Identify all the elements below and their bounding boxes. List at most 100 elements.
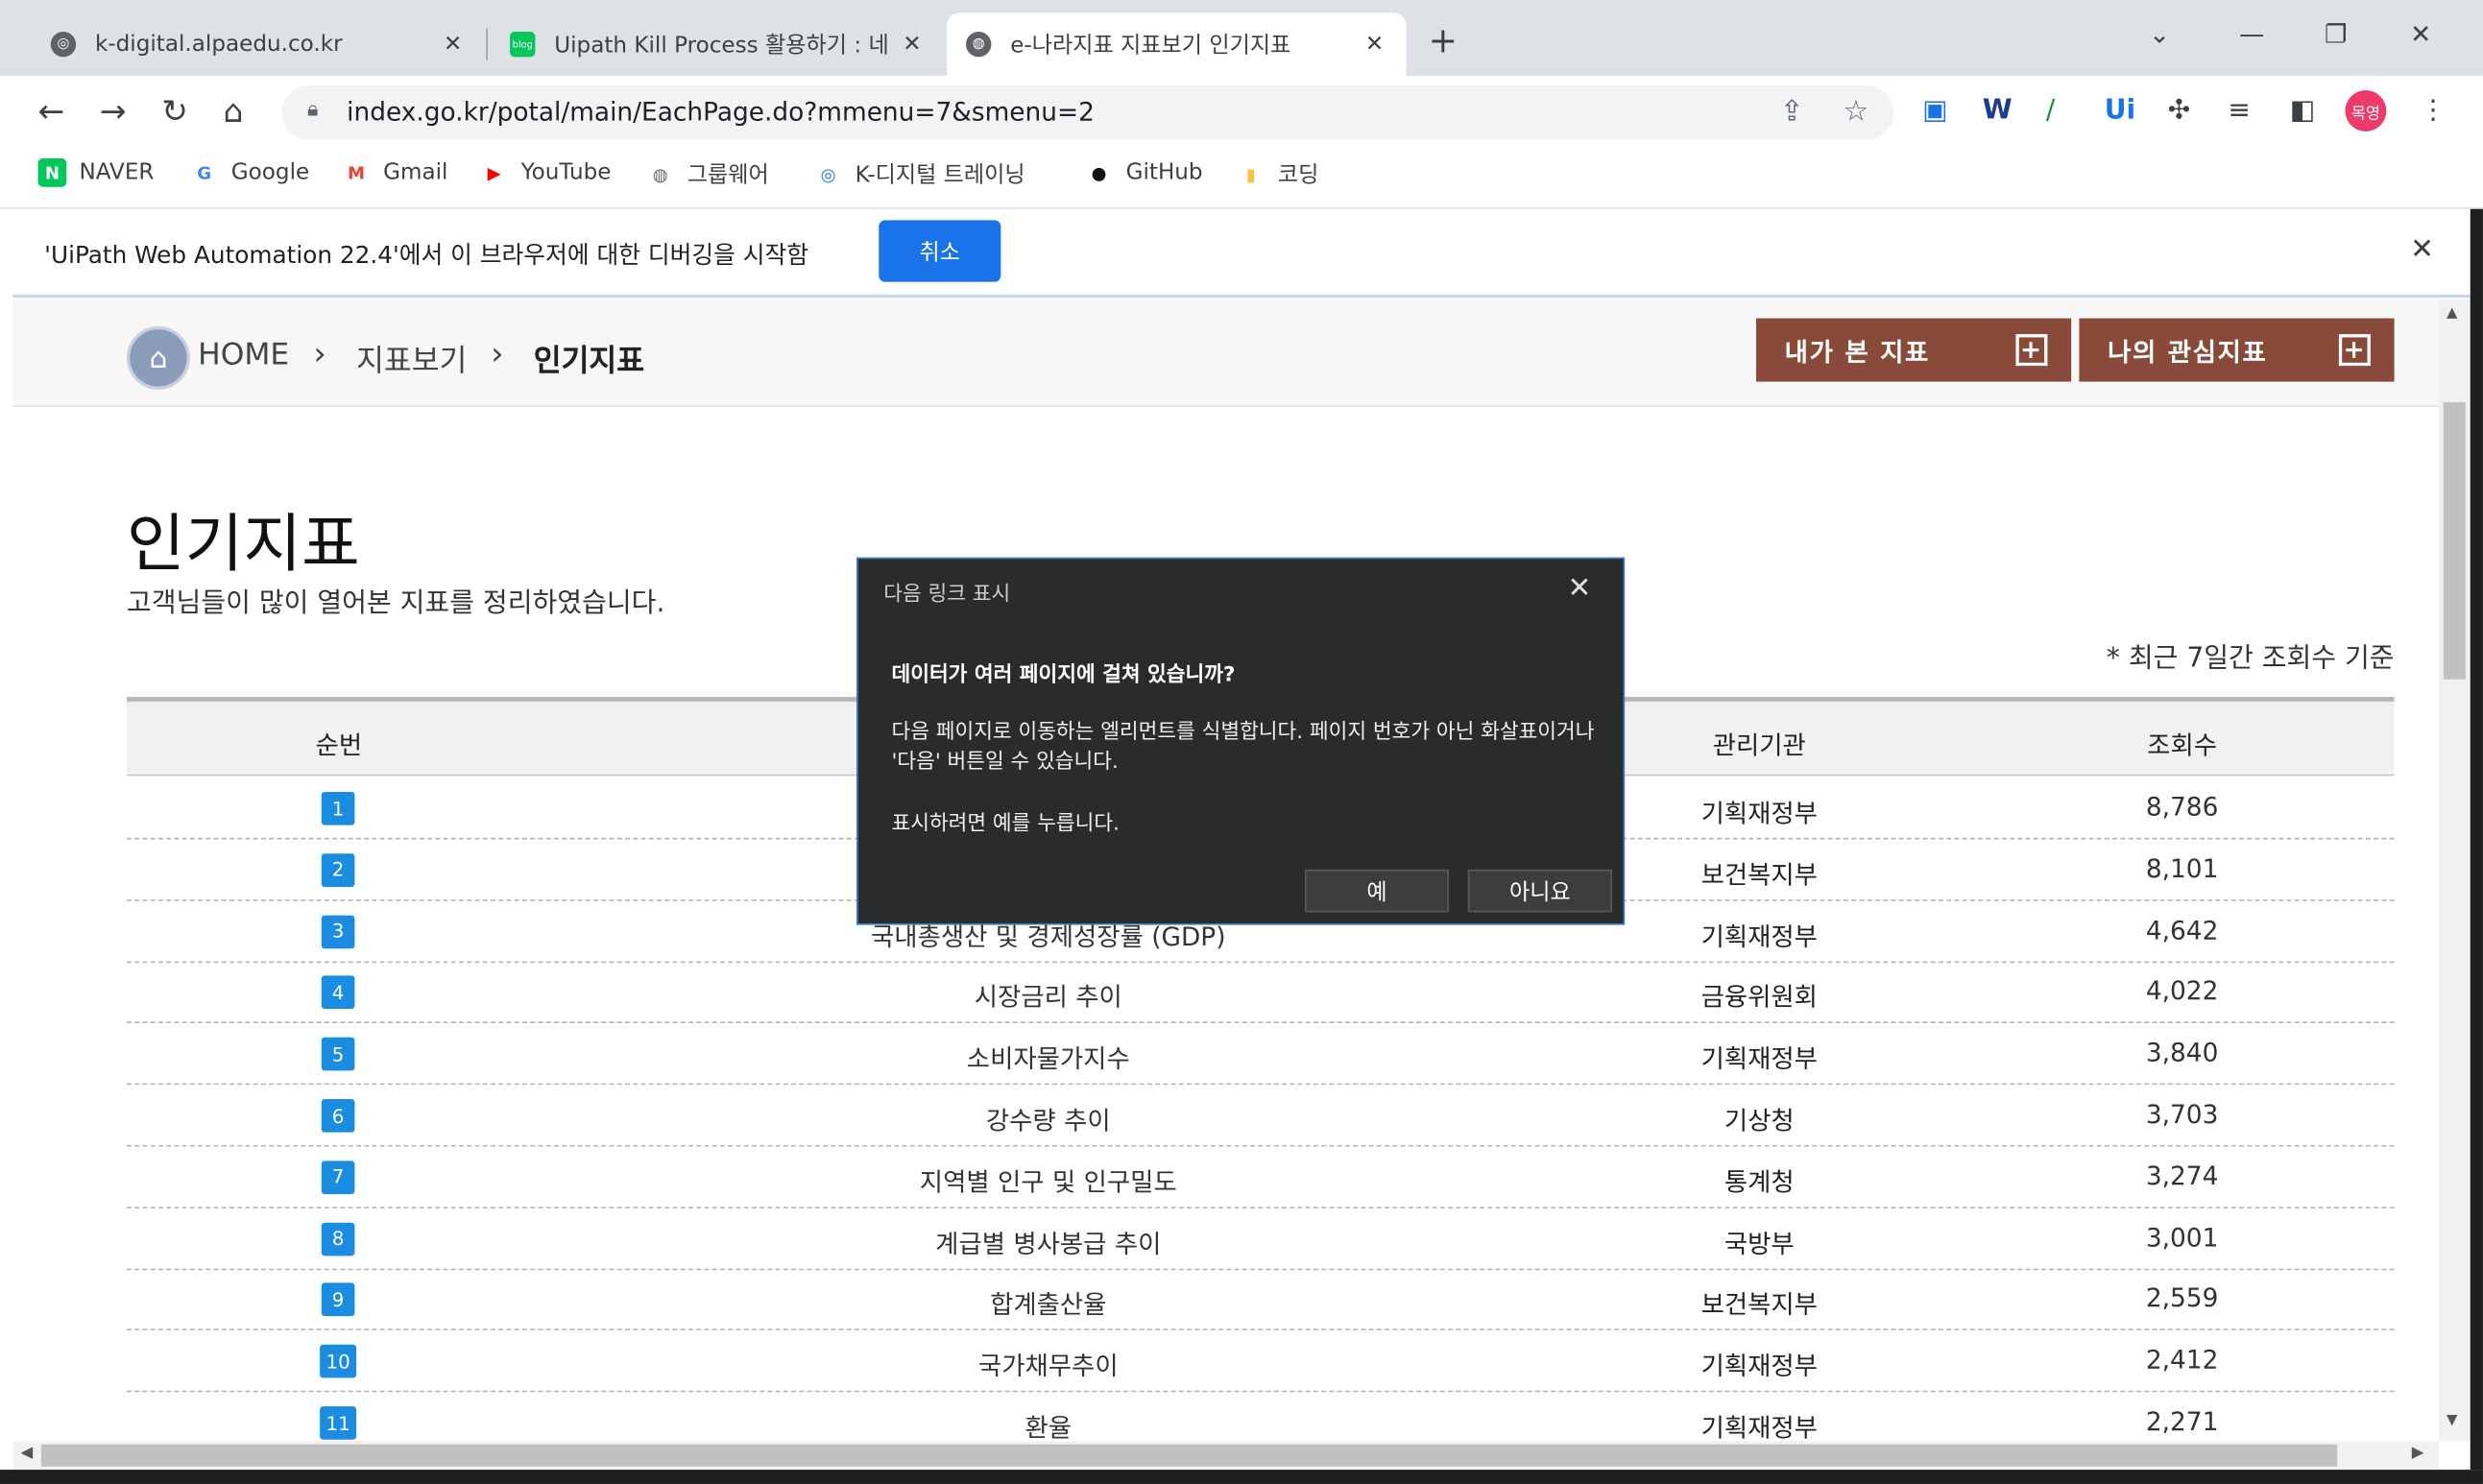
- uipath-extension-icon[interactable]: Ui: [2105, 95, 2135, 127]
- bookmark-item[interactable]: ▮ 코딩: [1237, 158, 1319, 190]
- indicator-name-link[interactable]: 강수량 추이: [986, 1099, 1111, 1137]
- scroll-left-icon[interactable]: ◀: [20, 1445, 33, 1462]
- indicator-name-link[interactable]: 지역별 인구 및 인구밀도: [920, 1161, 1177, 1199]
- rank-badge: 2: [321, 852, 355, 887]
- scroll-right-icon[interactable]: ▶: [2412, 1445, 2424, 1462]
- close-icon[interactable]: ✕: [900, 32, 925, 57]
- cancel-button[interactable]: 취소: [879, 220, 1001, 282]
- new-tab-button[interactable]: +: [1429, 22, 1458, 61]
- url-text[interactable]: index.go.kr/potal/main/EachPage.do?mmenu…: [347, 97, 1095, 127]
- bookmark-item[interactable]: ◎ K-디지털 트레이닝: [814, 158, 1025, 190]
- github-icon: ●: [1091, 162, 1107, 183]
- tab-blog[interactable]: blog Uipath Kill Process 활용하기 : 네 ✕: [491, 12, 944, 76]
- no-button[interactable]: 아니요: [1467, 869, 1612, 913]
- tab-search-icon[interactable]: ⌄: [2149, 19, 2170, 49]
- back-icon[interactable]: ←: [38, 92, 65, 131]
- table-row[interactable]: 6 강수량 추이 기상청 3,703: [126, 1085, 2395, 1147]
- views-cell: 8,101: [2145, 852, 2219, 884]
- table-row[interactable]: 4 시장금리 추이 금융위원회 4,022: [126, 962, 2395, 1024]
- extension-icon[interactable]: ▣: [1922, 95, 1947, 127]
- lock-icon: 🔒︎: [306, 98, 319, 123]
- table-row[interactable]: 8 계급별 병사봉급 추이 국방부 3,001: [126, 1208, 2395, 1270]
- side-panel-icon[interactable]: ◧: [2290, 95, 2315, 127]
- menu-icon[interactable]: ⋮: [2420, 95, 2447, 127]
- close-icon[interactable]: ✕: [2410, 233, 2434, 267]
- bookmark-item[interactable]: G Google: [190, 158, 309, 187]
- horizontal-scrollbar[interactable]: ◀ ▶: [12, 1441, 2439, 1471]
- viewed-indicators-button[interactable]: 내가 본 지표 +: [1755, 318, 2072, 382]
- close-icon[interactable]: ✕: [1568, 572, 1592, 606]
- rank-badge: 7: [321, 1161, 355, 1194]
- scroll-down-icon[interactable]: ▼: [2447, 1413, 2457, 1428]
- bookmark-star-icon[interactable]: ☆: [1844, 95, 1869, 129]
- bookmark-label: K-디지털 트레이닝: [855, 162, 1025, 189]
- scroll-thumb[interactable]: [2443, 402, 2466, 680]
- views-cell: 8,786: [2145, 791, 2219, 823]
- bookmark-item[interactable]: N NAVER: [37, 157, 155, 187]
- bookmark-item[interactable]: ◍ 그룹웨어: [646, 158, 769, 190]
- tab-alpaco[interactable]: ◎ k-digital.alpaedu.co.kr ✕: [32, 12, 485, 76]
- table-row[interactable]: 10 국가채무추이 기획재정부 2,412: [126, 1330, 2395, 1393]
- close-icon[interactable]: ✕: [1362, 32, 1386, 57]
- scroll-thumb[interactable]: [40, 1444, 2338, 1467]
- bookmark-item[interactable]: ● GitHub: [1085, 158, 1203, 187]
- rank-badge: 9: [321, 1283, 355, 1317]
- tab-strip: ◎ k-digital.alpaedu.co.kr ✕ blog Uipath …: [0, 0, 2483, 77]
- tab-title: Uipath Kill Process 활용하기 : 네: [554, 33, 887, 60]
- home-icon[interactable]: ⌂: [224, 92, 244, 131]
- views-cell: 4,022: [2145, 975, 2219, 1007]
- reading-list-icon[interactable]: ≡: [2228, 95, 2251, 127]
- table-row[interactable]: 5 소비자물가지수 기획재정부 3,840: [126, 1023, 2395, 1086]
- breadcrumb-indicators[interactable]: 지표보기: [356, 337, 467, 380]
- youtube-icon: ▶: [487, 162, 501, 183]
- naver-icon: N: [37, 157, 67, 187]
- indicator-name-link[interactable]: 국가채무추이: [978, 1345, 1119, 1383]
- puzzle-icon[interactable]: ✣: [2168, 95, 2191, 127]
- alpaco-icon: ◎: [820, 163, 836, 185]
- header-rank: 순번: [315, 730, 363, 760]
- bookmark-item[interactable]: ▶ YouTube: [480, 158, 612, 187]
- vertical-scrollbar[interactable]: ▲ ▼: [2438, 299, 2471, 1442]
- indicator-name-link[interactable]: 합계출산율: [990, 1283, 1106, 1322]
- indicator-name-link[interactable]: 소비자물가지수: [967, 1038, 1130, 1076]
- table-row[interactable]: 11 환율 기획재정부 2,271: [127, 1392, 2395, 1441]
- profile-avatar[interactable]: 목영: [2345, 90, 2387, 132]
- indicator-name-link[interactable]: 시장금리 추이: [975, 976, 1122, 1015]
- share-icon[interactable]: ⇪: [1780, 95, 1804, 129]
- minimize-icon[interactable]: —: [2239, 19, 2264, 49]
- bookmark-item[interactable]: M Gmail: [342, 158, 447, 187]
- my-interest-button[interactable]: 나의 관심지표 +: [2079, 318, 2395, 382]
- plus-icon: +: [2015, 334, 2048, 367]
- tab-e-nara-active[interactable]: ◍ e-나라지표 지표보기 인기지표 ✕: [947, 12, 1407, 77]
- indicator-name-link[interactable]: 계급별 병사봉급 추이: [935, 1222, 1161, 1260]
- scroll-up-icon[interactable]: ▲: [2447, 305, 2457, 321]
- bookmark-label: NAVER: [79, 159, 155, 186]
- next-link-dialog: 다음 링크 표시 ✕ 데이터가 여러 페이지에 걸쳐 있습니까? 다음 페이지로…: [856, 557, 1626, 925]
- restore-icon[interactable]: ❐: [2325, 19, 2348, 49]
- window-close-icon[interactable]: ✕: [2410, 19, 2431, 49]
- views-cell: 3,703: [2145, 1099, 2219, 1130]
- dialog-question: 데이터가 여러 페이지에 걸쳐 있습니까?: [891, 663, 1236, 688]
- folder-icon: ▮: [1245, 163, 1256, 185]
- agency-cell: 통계청: [1724, 1166, 1795, 1197]
- reload-icon[interactable]: ↻: [161, 92, 188, 131]
- forward-icon[interactable]: →: [100, 92, 127, 131]
- yes-button[interactable]: 예: [1304, 869, 1450, 913]
- page-subtitle: 고객님들이 많이 열어본 지표를 정리하였습니다.: [126, 587, 665, 620]
- pen-extension-icon[interactable]: ∕: [2046, 95, 2055, 127]
- table-row[interactable]: 7 지역별 인구 및 인구밀도 통계청 3,274: [126, 1146, 2395, 1209]
- agency-cell: 금융위원회: [1700, 982, 1818, 1013]
- views-cell: 3,840: [2145, 1037, 2219, 1068]
- address-bar[interactable]: 🔒︎ index.go.kr/potal/main/EachPage.do?mm…: [281, 85, 1894, 140]
- close-icon[interactable]: ✕: [440, 32, 465, 57]
- home-icon[interactable]: ⌂: [126, 325, 190, 390]
- rank-badge: 10: [320, 1345, 357, 1378]
- browser-toolbar: ← → ↻ ⌂ 🔒︎ index.go.kr/potal/main/EachPa…: [0, 76, 2483, 146]
- table-row[interactable]: 9 합계출산율 보건복지부 2,559: [126, 1269, 2395, 1331]
- breadcrumb-home[interactable]: HOME: [198, 337, 289, 371]
- views-cell: 4,642: [2145, 914, 2219, 945]
- rank-badge: 8: [321, 1222, 355, 1256]
- indicator-name-link[interactable]: 환율: [1025, 1406, 1072, 1442]
- globe-icon: ◍: [966, 31, 992, 58]
- w-extension-icon[interactable]: W: [1983, 95, 2013, 127]
